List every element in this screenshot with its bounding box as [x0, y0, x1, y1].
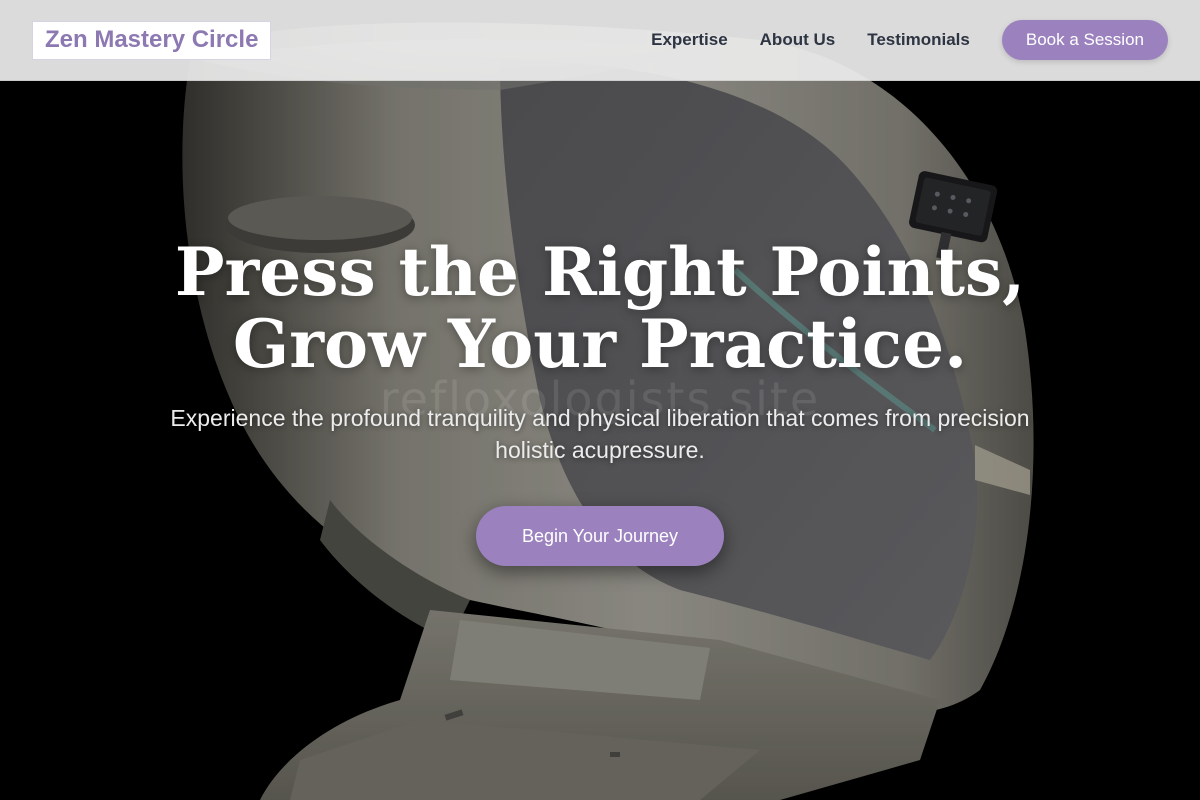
site-header: Zen Mastery Circle Expertise About Us Te…: [0, 0, 1200, 81]
begin-journey-button[interactable]: Begin Your Journey: [476, 506, 724, 566]
site-logo[interactable]: Zen Mastery Circle: [32, 20, 272, 60]
headline-line-1: Press the Right Points,: [174, 233, 1026, 311]
book-session-button[interactable]: Book a Session: [1001, 20, 1168, 60]
nav-link-testimonials[interactable]: Testimonials: [867, 30, 970, 50]
headline-line-2: Grow Your Practice.: [232, 305, 968, 383]
nav-link-expertise[interactable]: Expertise: [651, 30, 728, 50]
main-nav: Expertise About Us Testimonials Book a S…: [651, 20, 1168, 60]
hero-headline: Press the Right Points, Grow Your Practi…: [0, 236, 1200, 380]
hero-subtitle: Experience the profound tranquility and …: [170, 405, 1030, 463]
nav-link-about-us[interactable]: About Us: [760, 30, 836, 50]
hero-section: refloxologists.site: [0, 0, 1200, 800]
